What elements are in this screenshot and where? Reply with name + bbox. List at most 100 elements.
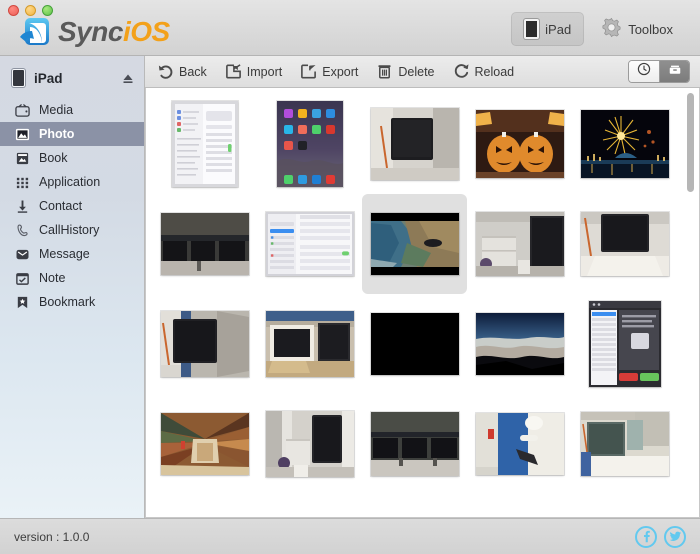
photo-cell[interactable] xyxy=(152,194,257,294)
toolbox-label: Toolbox xyxy=(628,21,673,37)
brand: SynciOS xyxy=(16,14,170,50)
sidebar-item-label: Contact xyxy=(39,199,83,213)
main-panel: Back Import Export Delete Reload xyxy=(145,56,700,518)
application-icon xyxy=(14,174,30,190)
sidebar-item-message[interactable]: Message xyxy=(0,242,144,266)
photo-cell[interactable] xyxy=(467,94,572,194)
syncios-logo-icon xyxy=(16,14,52,50)
view-toggle-group xyxy=(628,60,690,83)
sidebar-item-photo[interactable]: Photo xyxy=(0,122,144,146)
eject-icon[interactable] xyxy=(122,72,134,84)
clock-icon xyxy=(637,62,651,81)
sidebar-item-label: Media xyxy=(39,103,74,117)
back-arrow-icon xyxy=(157,63,174,80)
photo-cell[interactable] xyxy=(362,294,467,394)
sidebar-item-media[interactable]: Media xyxy=(0,98,144,122)
book-icon xyxy=(14,150,30,166)
white-desk-photo xyxy=(580,412,669,476)
photo-cell[interactable] xyxy=(572,394,677,494)
close-button[interactable] xyxy=(8,5,19,16)
photo-cell[interactable] xyxy=(467,294,572,394)
photo-cell[interactable] xyxy=(362,494,467,517)
photo-cell[interactable] xyxy=(572,294,677,394)
media-icon xyxy=(14,102,30,118)
photo-cell[interactable] xyxy=(152,494,257,517)
album-icon xyxy=(668,62,682,81)
sidebar-device-label: iPad xyxy=(34,70,63,86)
photo-cell[interactable] xyxy=(467,494,572,517)
office-cabinet-photo xyxy=(475,212,564,276)
status-bar: version : 1.0.0 xyxy=(0,518,700,554)
contact-icon xyxy=(14,198,30,214)
reload-button[interactable]: Reload xyxy=(453,63,514,80)
ipad-homescreen-screenshot xyxy=(276,101,343,187)
delete-button[interactable]: Delete xyxy=(376,63,435,80)
photo-cell[interactable] xyxy=(572,194,677,294)
photo-cell[interactable] xyxy=(257,294,362,394)
photo-cell[interactable] xyxy=(257,194,362,294)
sidebar-item-callhistory[interactable]: CallHistory xyxy=(0,218,144,242)
import-button[interactable]: Import xyxy=(225,63,282,80)
fireworks-harbour-photo xyxy=(580,110,669,178)
photo-grid-scrollbar[interactable] xyxy=(686,92,695,513)
sidebar-item-application[interactable]: Application xyxy=(0,170,144,194)
photo-cell[interactable] xyxy=(257,494,362,517)
sidebar-item-contact[interactable]: Contact xyxy=(0,194,144,218)
sidebar-item-note[interactable]: Note xyxy=(0,266,144,290)
black-frame-photo xyxy=(370,313,459,375)
version-label: version : 1.0.0 xyxy=(14,529,90,544)
facebook-icon[interactable] xyxy=(635,525,657,548)
photo-cell[interactable] xyxy=(152,94,257,194)
desk-monitors-photo xyxy=(370,412,459,476)
sidebar-filler xyxy=(0,314,144,518)
sidebar-item-label: Application xyxy=(39,175,101,189)
photo-cell[interactable] xyxy=(152,394,257,494)
action-toolbar: Back Import Export Delete Reload xyxy=(145,56,700,88)
window-controls xyxy=(8,5,53,16)
sidebar-item-label: CallHistory xyxy=(39,223,100,237)
twitter-icon[interactable] xyxy=(664,525,686,548)
photo-cell[interactable] xyxy=(467,194,572,294)
title-bar: SynciOS iPad Toolbox xyxy=(0,0,700,56)
toolbox-button[interactable]: Toolbox xyxy=(588,10,686,48)
sidebar-item-bookmark[interactable]: Bookmark xyxy=(0,290,144,314)
ipad-settings-screenshot xyxy=(171,101,238,187)
ipad-settings-screenshot-2 xyxy=(265,212,354,276)
photo-cell[interactable] xyxy=(572,494,677,517)
photo-cell[interactable] xyxy=(572,94,677,194)
photo-cell[interactable] xyxy=(362,394,467,494)
wooden-corridor-photo xyxy=(160,413,249,475)
note-icon xyxy=(14,270,30,286)
halloween-pumpkins-photo xyxy=(475,110,564,178)
export-icon xyxy=(300,63,317,80)
app-title-sync: Sync xyxy=(58,15,123,47)
photo-cell[interactable] xyxy=(257,94,362,194)
import-icon xyxy=(225,63,242,80)
export-button[interactable]: Export xyxy=(300,63,358,80)
device-tab-ipad[interactable]: iPad xyxy=(511,12,585,46)
monitor-box-photo xyxy=(580,212,669,276)
office-corner-photo xyxy=(265,411,354,477)
social-links xyxy=(635,525,686,548)
photo-cell[interactable] xyxy=(152,294,257,394)
minimize-button[interactable] xyxy=(25,5,36,16)
back-button[interactable]: Back xyxy=(157,63,207,80)
sidebar-item-book[interactable]: Book xyxy=(0,146,144,170)
photo-cell[interactable] xyxy=(362,94,467,194)
view-toggle-albums[interactable] xyxy=(659,61,689,82)
photo-cell-selected[interactable] xyxy=(362,194,467,294)
device-tab-label: iPad xyxy=(545,21,572,37)
export-label: Export xyxy=(322,64,359,79)
zoom-button[interactable] xyxy=(42,5,53,16)
ipad-icon xyxy=(12,69,25,87)
scrollbar-thumb[interactable] xyxy=(686,92,695,194)
photo-cell[interactable] xyxy=(467,394,572,494)
unboxed-monitor-photo xyxy=(265,311,354,377)
back-label: Back xyxy=(179,64,207,79)
sidebar-device-row[interactable]: iPad xyxy=(0,64,144,92)
sidebar-item-label: Bookmark xyxy=(39,295,96,309)
photo-cell[interactable] xyxy=(257,394,362,494)
view-toggle-recent[interactable] xyxy=(629,61,659,82)
delete-label: Delete xyxy=(398,64,435,79)
callhistory-icon xyxy=(14,222,30,238)
